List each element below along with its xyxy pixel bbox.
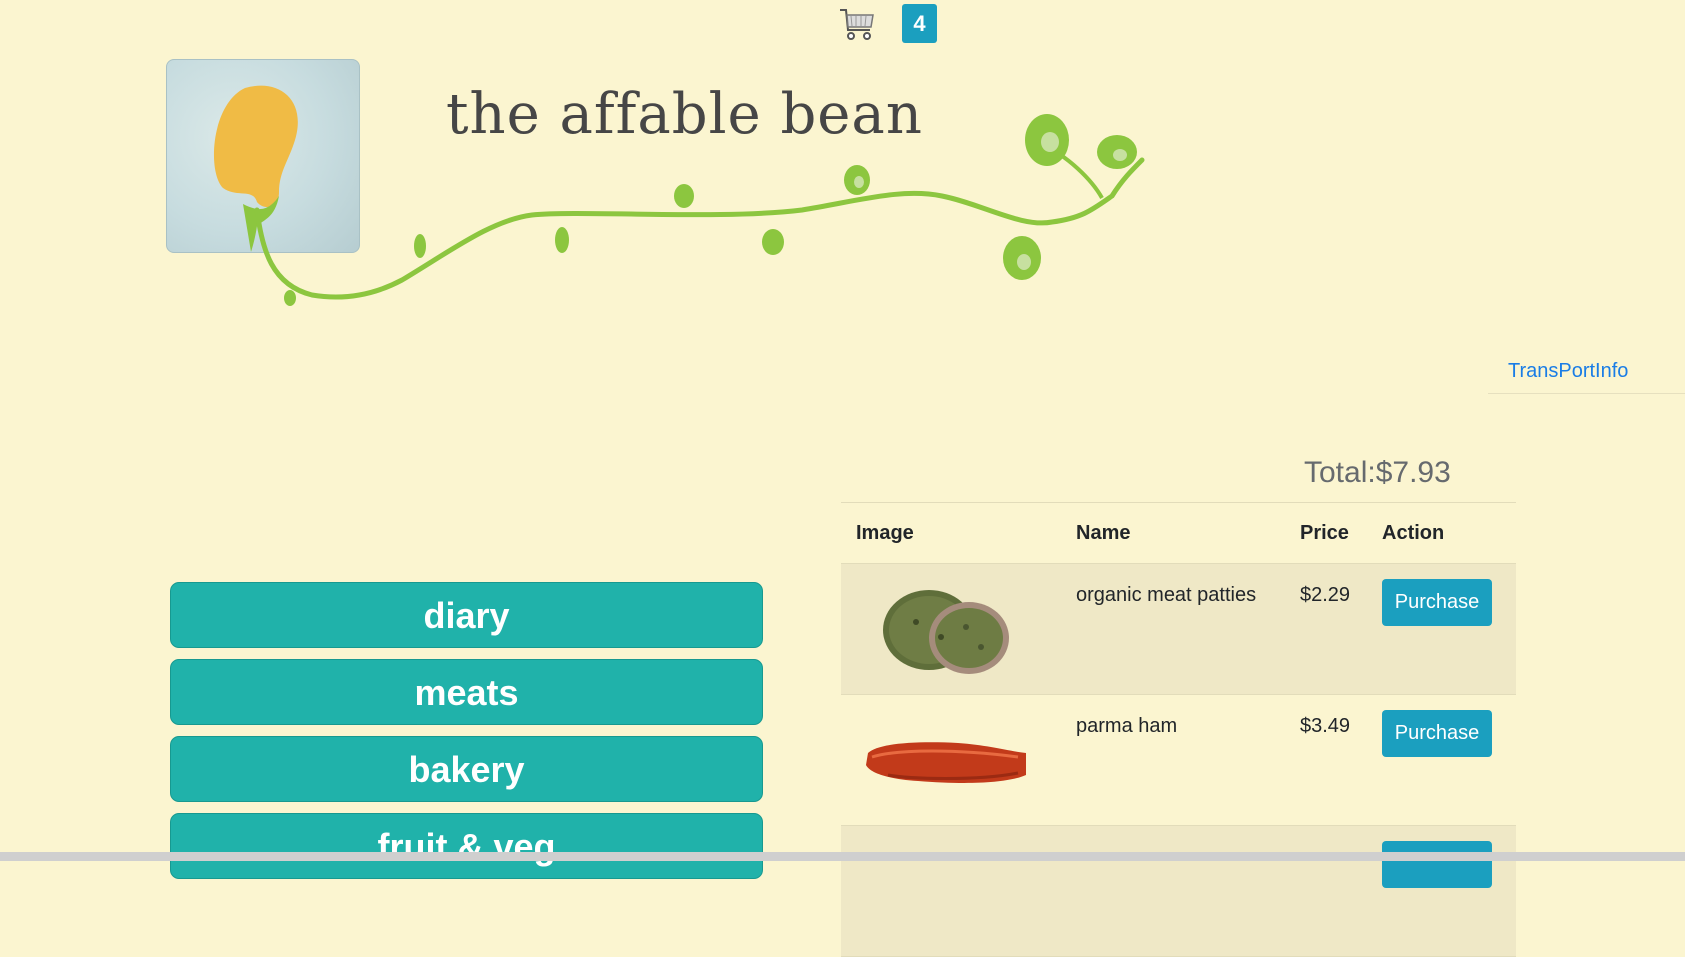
transport-info-link[interactable]: TransPortInfo <box>1508 360 1628 383</box>
cart-total: Total:$7.93 <box>1304 456 1451 489</box>
table-row: organic meat patties $2.29 Purchase <box>841 563 1516 695</box>
vine-decoration <box>254 114 1145 306</box>
purchase-button[interactable] <box>1382 841 1492 888</box>
category-button-bakery[interactable]: bakery <box>170 736 763 802</box>
column-header-price: Price <box>1285 502 1367 564</box>
product-price: $2.29 <box>1285 563 1367 695</box>
column-header-image: Image <box>841 502 1061 564</box>
shopping-cart-icon[interactable] <box>838 6 876 42</box>
purchase-button[interactable]: Purchase <box>1382 579 1492 626</box>
parma-ham-image <box>866 742 1026 783</box>
purchase-button[interactable]: Purchase <box>1382 710 1492 757</box>
cart-table: Image Name Price Action organic meat pat… <box>841 502 1516 957</box>
table-row <box>841 825 1516 957</box>
column-header-name: Name <box>1061 502 1285 564</box>
horizontal-scrollbar[interactable] <box>0 852 1685 861</box>
product-name: organic meat patties <box>1061 563 1285 695</box>
product-price: $3.49 <box>1285 694 1367 826</box>
table-row: parma ham $3.49 Purchase <box>841 694 1516 826</box>
product-name: parma ham <box>1061 694 1285 826</box>
category-button-fruit-veg[interactable]: fruit & veg <box>170 813 763 879</box>
cart-count-badge[interactable]: 4 <box>902 4 937 43</box>
category-button-meats[interactable]: meats <box>170 659 763 725</box>
meat-patties-image <box>883 590 1009 674</box>
category-button-diary[interactable]: diary <box>170 582 763 648</box>
table-header-row: Image Name Price Action <box>841 502 1516 564</box>
transport-info-nav[interactable]: TransPortInfo <box>1488 356 1685 394</box>
column-header-action: Action <box>1367 502 1516 564</box>
